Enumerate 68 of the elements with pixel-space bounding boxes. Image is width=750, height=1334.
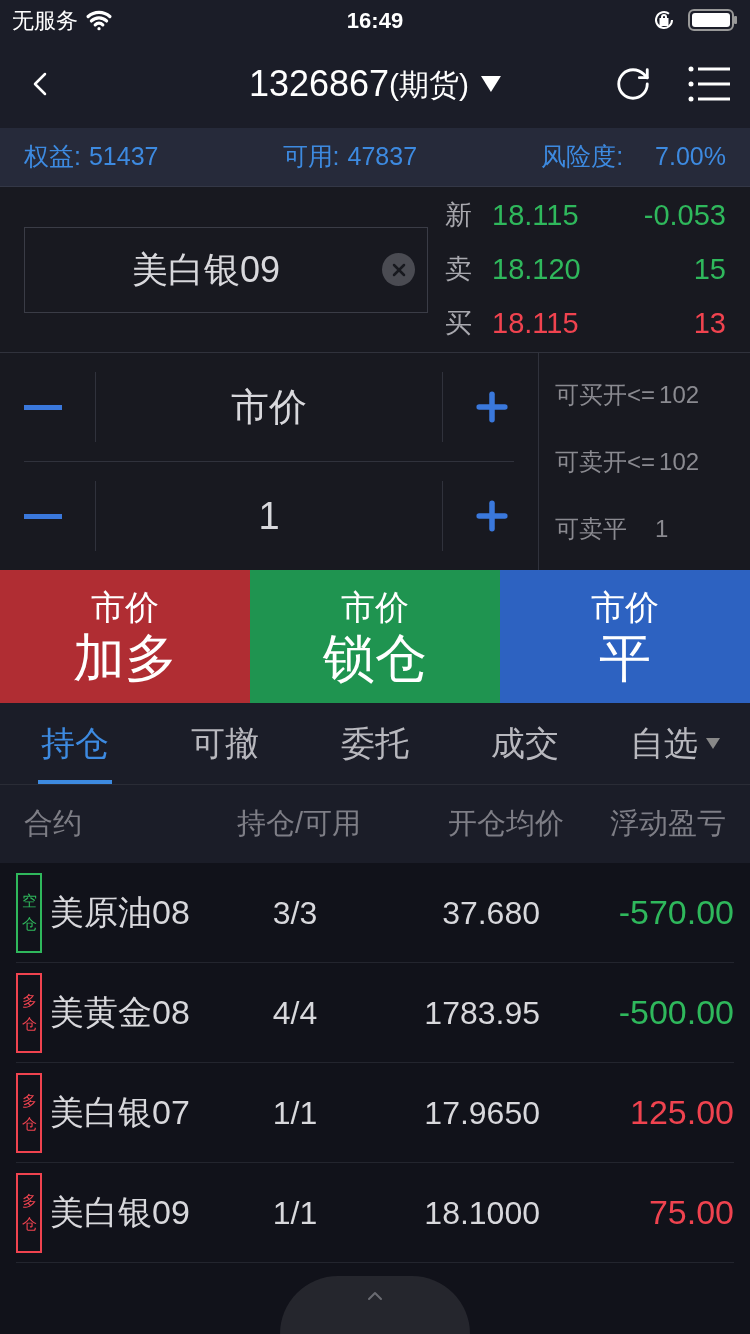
quote-price: 18.115	[492, 305, 579, 341]
account-label: 权益:	[24, 141, 81, 173]
position-badge: 多仓	[16, 1172, 42, 1253]
quote-amount: 15	[693, 251, 726, 287]
position-cell-text: 3/3	[271, 893, 319, 933]
tab[interactable]: 持仓	[0, 703, 150, 784]
limit-value: 102	[659, 379, 700, 410]
dropdown-icon	[481, 76, 502, 92]
decrease-button[interactable]	[24, 372, 96, 442]
quote-price: 18.115	[492, 197, 579, 233]
order-button[interactable]: 市价 锁仓	[250, 570, 500, 703]
menu-button[interactable]	[688, 66, 730, 102]
tab[interactable]: 可撤	[150, 703, 300, 784]
avg-price-cell-text: 1783.95	[423, 993, 540, 1033]
tab[interactable]: 委托	[300, 703, 450, 784]
limit-value: 1	[655, 513, 669, 544]
contract-name: 美白银09	[50, 1192, 191, 1233]
clock: 16:49	[346, 6, 404, 35]
contract-name: 美原油08	[50, 892, 191, 933]
avg-price-cell-text: 17.9650	[423, 1093, 540, 1133]
pnl-cell-text: -500.00	[617, 992, 734, 1033]
account-value: 7.00%	[655, 141, 726, 173]
quote-amount: 13	[693, 305, 726, 341]
quote-label: 买	[445, 307, 472, 341]
order-button[interactable]: 市价 平	[500, 570, 750, 703]
carrier: 无服务	[12, 6, 78, 35]
quote-amount: -0.053	[643, 197, 726, 233]
decrease-button[interactable]	[24, 481, 96, 551]
contract-name: 美黄金08	[50, 992, 191, 1033]
pnl-cell-text: 75.00	[647, 1192, 734, 1233]
quote-label: 卖	[445, 253, 472, 287]
contract-field[interactable]: 美白银09	[24, 226, 428, 313]
quote-price: 18.120	[492, 251, 581, 287]
limit-label: 可卖开<=	[555, 446, 656, 477]
column-header: 合约	[24, 806, 83, 842]
stepper-value[interactable]: 1	[96, 487, 442, 545]
avg-price-cell-text: 18.1000	[423, 1193, 540, 1233]
position-badge: 空仓	[16, 872, 42, 953]
position-badge: 多仓	[16, 972, 42, 1053]
battery-icon	[688, 8, 738, 32]
tab[interactable]: 成交	[450, 703, 600, 784]
contract-name: 美白银07	[50, 1092, 191, 1133]
minus-icon	[24, 513, 62, 519]
refresh-button[interactable]	[614, 65, 652, 103]
avg-price-cell-text: 37.680	[441, 893, 540, 933]
position-cell-text: 1/1	[271, 1093, 319, 1133]
position-badge: 多仓	[16, 1072, 42, 1153]
minus-icon	[24, 404, 62, 410]
account-value: 47837	[347, 141, 418, 173]
limit-label: 可卖平	[555, 513, 627, 544]
account-selector[interactable]: 1326867(期货)	[248, 57, 502, 111]
limit-value: 102	[659, 446, 700, 477]
account-value: 51437	[88, 141, 159, 173]
pnl-cell-text: 125.00	[629, 1092, 734, 1133]
column-header: 持仓/可用	[235, 806, 363, 842]
account-label: 可用:	[282, 141, 340, 173]
quote-label: 新	[445, 199, 472, 233]
tab[interactable]: 自选	[600, 703, 750, 784]
column-header: 开仓均价	[447, 806, 564, 842]
stepper-value[interactable]: 市价	[96, 378, 442, 436]
position-cell-text: 4/4	[271, 993, 319, 1033]
pnl-cell-text: -570.00	[617, 892, 734, 933]
position-cell-text: 1/1	[271, 1193, 319, 1233]
rotation-lock-icon	[652, 8, 676, 32]
order-button[interactable]: 市价 加多	[0, 570, 250, 703]
column-header: 浮动盈亏	[609, 806, 726, 842]
limit-label: 可买开<=	[555, 379, 656, 410]
account-label: 风险度:	[541, 141, 624, 173]
